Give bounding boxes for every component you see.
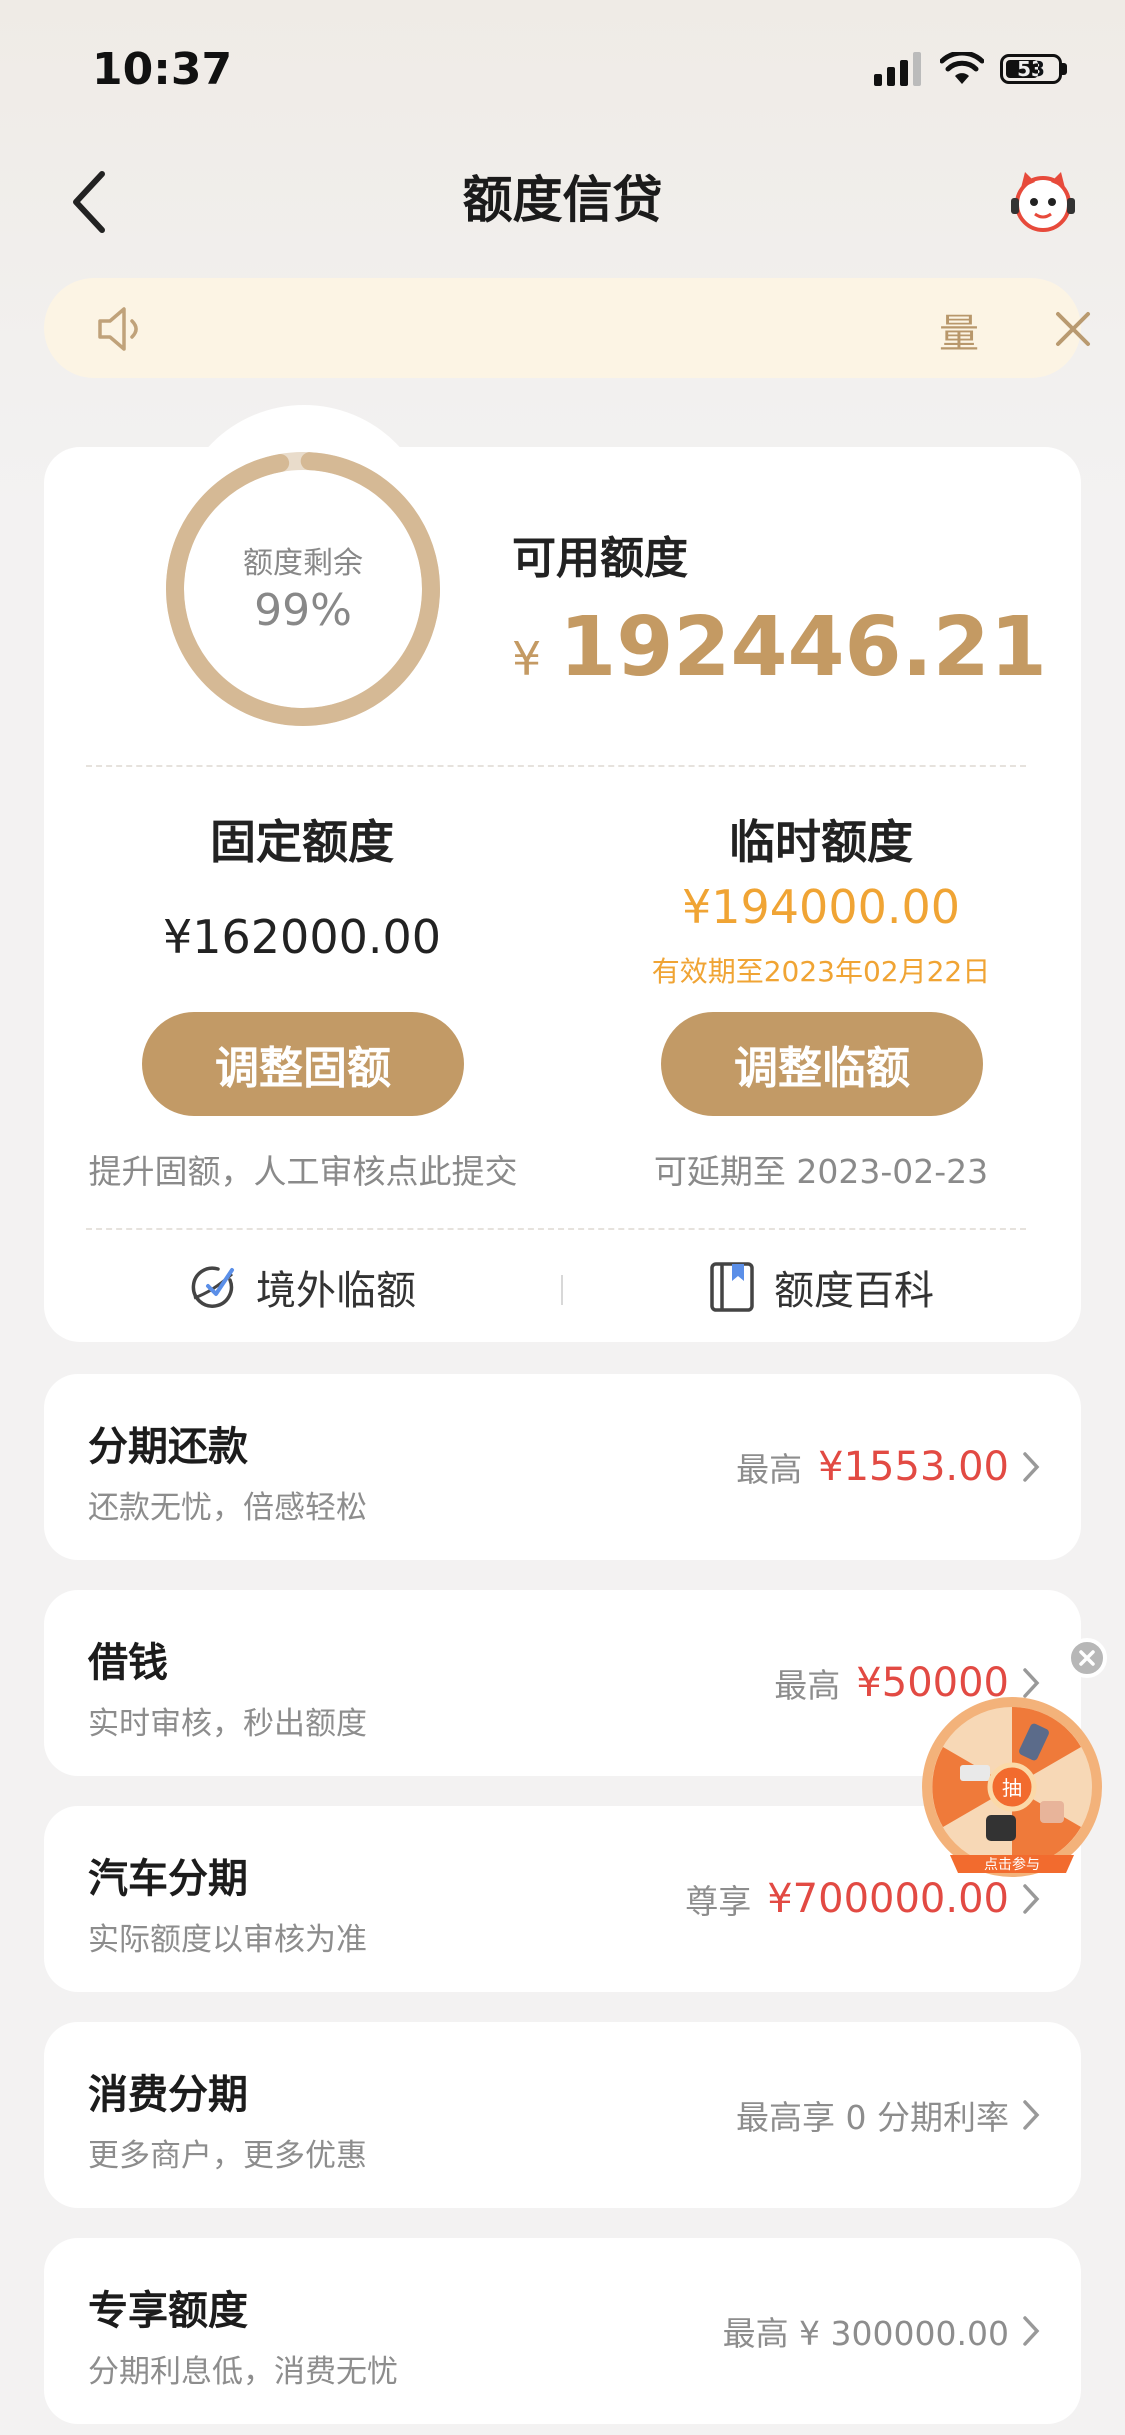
available-label: 可用额度 [512, 533, 688, 584]
fixed-quota-amount: ¥162000.00 [162, 910, 442, 964]
wheel-cta-label: 点击参与 [984, 1856, 1040, 1873]
item-rate-text: 最高享 0 分期利率 [736, 2098, 1009, 2137]
currency-symbol: ¥ [512, 632, 542, 686]
item-amount-text: 最高 ¥ 300000.00 [722, 2314, 1009, 2353]
wheel-close-icon[interactable] [1067, 1638, 1107, 1678]
item-subtitle: 实际额度以审核为准 [88, 1922, 367, 1958]
lucky-wheel-widget[interactable]: 抽 点击参与 [920, 1695, 1105, 1895]
temporary-quota-note: 可延期至 2023-02-23 [653, 1152, 989, 1191]
overseas-temp-quota-link[interactable]: 境外临额 [188, 1258, 416, 1316]
item-title: 专享额度 [88, 2288, 248, 2334]
chevron-right-icon [1023, 2100, 1040, 2130]
temporary-quota-amount: ¥194000.00 [681, 880, 961, 934]
notice-bar[interactable]: 量 [44, 278, 1090, 378]
tool-label: 额度百科 [774, 1268, 934, 1314]
mascot-service-icon[interactable] [1005, 164, 1081, 240]
speaker-icon [98, 307, 138, 351]
wheel-center-label: 抽 [1002, 1776, 1022, 1800]
divider [86, 1228, 1026, 1230]
temporary-valid-until: 有效期至2023年02月22日 [651, 955, 991, 988]
adjust-temporary-quota-button[interactable]: 调整临额 [661, 1012, 983, 1116]
notice-text: 量 [939, 311, 979, 357]
status-time: 10:37 [92, 44, 233, 95]
available-amount-value: 192446.21 [559, 600, 1047, 695]
quota-encyclopedia-link[interactable]: 额度百科 [708, 1258, 934, 1316]
ring-label: 额度剩余 [243, 546, 363, 581]
item-subtitle: 实时审核，秒出额度 [88, 1706, 367, 1742]
tool-separator [561, 1275, 563, 1305]
battery-level: 53 [1017, 57, 1045, 81]
globe-plane-icon [191, 1266, 234, 1308]
page-title: 额度信贷 [462, 171, 663, 229]
item-title: 消费分期 [88, 2072, 248, 2118]
list-item-consumer-installment[interactable]: 消费分期 更多商户，更多优惠 最高享 0 分期利率 [44, 2022, 1081, 2208]
status-icons: 53 [874, 52, 1067, 86]
fixed-quota-note[interactable]: 提升固额，人工审核点此提交 [43, 1145, 563, 1193]
available-amount: ¥192446.21 [512, 600, 1047, 695]
item-subtitle: 更多商户，更多优惠 [88, 2138, 367, 2174]
chevron-right-icon [1023, 2316, 1040, 2346]
item-prefix: 最高 [774, 1666, 841, 1705]
wifi-icon [940, 52, 984, 84]
item-prefix: 尊享 [685, 1882, 752, 1921]
item-subtitle: 分期利息低，消费无忧 [88, 2354, 398, 2390]
item-title: 借钱 [88, 1640, 168, 1686]
list-item-installment-repay[interactable]: 分期还款 还款无忧，倍感轻松 最高 ¥1553.00 [44, 1374, 1081, 1560]
ring-percent: 99% [254, 585, 352, 636]
item-title: 分期还款 [88, 1424, 248, 1470]
item-amount: ¥1553.00 [818, 1444, 1009, 1490]
temporary-quota-title: 临时额度 [729, 815, 913, 869]
book-icon [710, 1262, 754, 1312]
item-title: 汽车分期 [88, 1856, 248, 1902]
battery-icon: 53 [1000, 54, 1067, 84]
tool-label: 境外临额 [256, 1268, 416, 1314]
item-subtitle: 还款无忧，倍感轻松 [88, 1490, 367, 1526]
adjust-fixed-quota-button[interactable]: 调整固额 [142, 1012, 464, 1116]
chevron-right-icon [1023, 1452, 1040, 1482]
divider [86, 765, 1026, 767]
list-item-exclusive-quota[interactable]: 专享额度 分期利息低，消费无忧 最高 ¥ 300000.00 [44, 2238, 1081, 2424]
fixed-quota-title: 固定额度 [210, 815, 394, 869]
item-prefix: 最高 [736, 1450, 803, 1489]
signal-icon [874, 52, 921, 86]
close-icon[interactable] [1052, 308, 1094, 350]
